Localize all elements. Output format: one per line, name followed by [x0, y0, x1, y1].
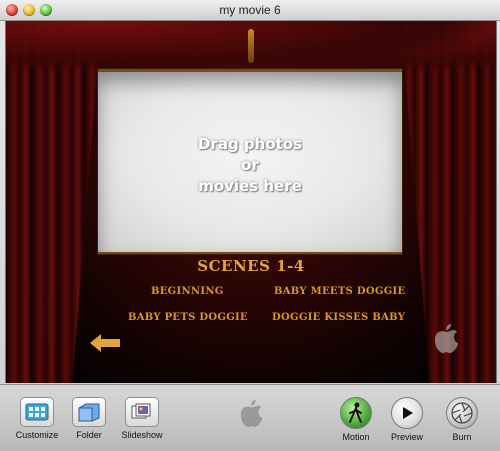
walking-figure-icon	[340, 397, 372, 429]
menu-title[interactable]: SCENES 1-4	[6, 257, 496, 275]
left-arrow-icon[interactable]	[90, 334, 120, 352]
burn-button[interactable]: Burn	[440, 397, 484, 442]
left-curtain	[6, 21, 101, 383]
folder-button[interactable]: Folder	[67, 397, 111, 440]
motion-button[interactable]: Motion	[334, 397, 378, 442]
slideshow-label: Slideshow	[121, 430, 163, 440]
drop-zone-text: Drag photos or movies here	[197, 135, 303, 195]
slideshow-icon	[125, 397, 159, 427]
burn-label: Burn	[452, 432, 472, 442]
scene-button-baby-pets-doggie[interactable]: BABY PETS DOGGIE	[128, 312, 248, 323]
preview-button[interactable]: Preview	[385, 397, 429, 442]
window-title: my movie 6	[219, 3, 281, 17]
app-window: my movie 6 Drag photos or movies here SC…	[0, 0, 500, 451]
bottom-toolbar: Customize Folder Slideshow Motion Previe…	[0, 384, 500, 451]
scene-button-baby-meets-doggie[interactable]: BABY MEETS DOGGIE	[274, 286, 405, 297]
customize-button[interactable]: Customize	[15, 397, 59, 440]
scene-button-doggie-kisses-baby[interactable]: DOGGIE KISSES BABY	[272, 312, 405, 323]
slideshow-button[interactable]: Slideshow	[120, 397, 164, 440]
scene-button-beginning[interactable]: BEGINNING	[151, 286, 224, 297]
title-bar: my movie 6	[0, 0, 500, 21]
folder-label: Folder	[76, 430, 102, 440]
preview-label: Preview	[390, 432, 423, 442]
customize-icon	[20, 397, 54, 427]
apple-logo-icon	[240, 400, 263, 427]
apple-logo-icon	[435, 324, 458, 353]
play-icon	[391, 397, 423, 429]
folder-icon	[72, 397, 106, 427]
theme-preview-stage: Drag photos or movies here SCENES 1-4 BE…	[5, 21, 497, 383]
motion-label: Motion	[342, 432, 370, 442]
customize-label: Customize	[15, 430, 59, 440]
curtain-tassel	[248, 29, 254, 63]
burn-aperture-icon	[446, 397, 478, 429]
media-drop-zone[interactable]: Drag photos or movies here	[98, 69, 402, 254]
